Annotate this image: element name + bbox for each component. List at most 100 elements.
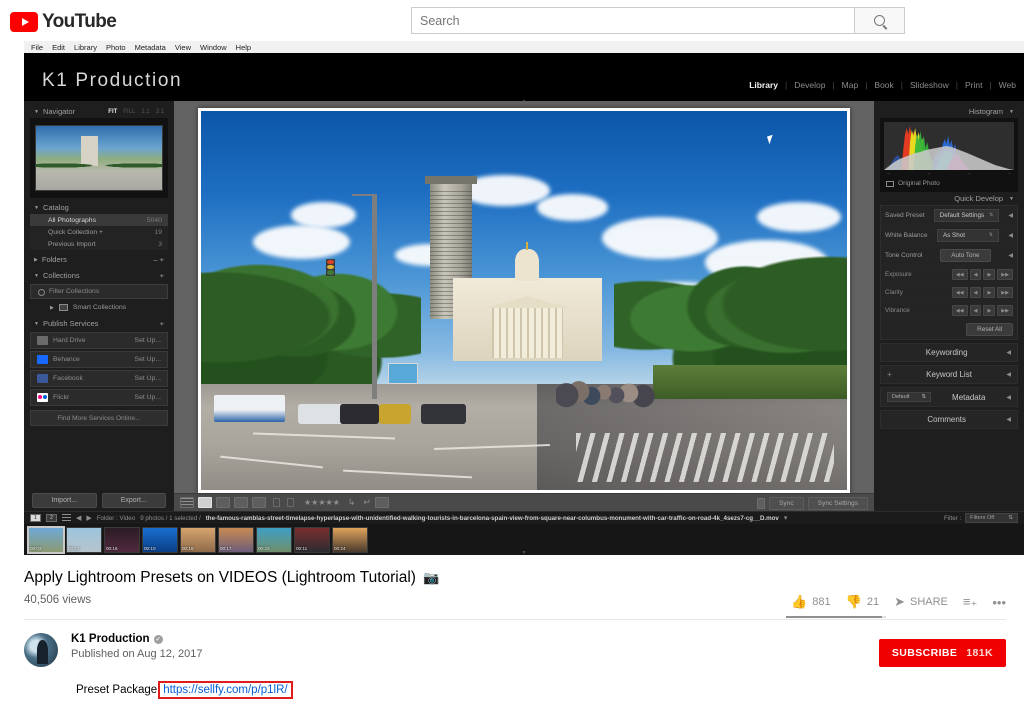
filmstrip-thumb[interactable]: 00:10 — [142, 527, 178, 553]
channel-name-row[interactable]: K1 Production ✓ — [71, 633, 203, 645]
navigator-header[interactable]: ▼ Navigator FIT FILL 1:1 3:1 — [30, 105, 168, 118]
dislike-button[interactable]: 👎 21 — [846, 594, 879, 610]
menu-edit[interactable]: Edit — [52, 43, 65, 52]
vibrance-decrease[interactable]: ◀ — [969, 305, 982, 316]
publish-service-behance[interactable]: Behance Set Up... — [30, 351, 168, 368]
panel-keywording[interactable]: Keywording ◀ — [880, 343, 1018, 362]
find-more-services-button[interactable]: Find More Services Online... — [30, 410, 168, 426]
zoom-fit[interactable]: FIT — [108, 109, 117, 115]
publish-service-hard-drive[interactable]: Hard Drive Set Up... — [30, 332, 168, 349]
avatar[interactable] — [24, 633, 58, 667]
folders-add-remove[interactable]: – + — [153, 255, 164, 264]
menu-help[interactable]: Help — [236, 43, 251, 52]
module-book[interactable]: Book — [874, 80, 893, 90]
forward-arrow-icon[interactable]: ▶ — [86, 514, 91, 522]
menu-library[interactable]: Library — [74, 43, 97, 52]
histogram-header[interactable]: Histogram ▼ — [880, 105, 1018, 118]
module-develop[interactable]: Develop — [794, 80, 825, 90]
zoom-fill[interactable]: FILL — [123, 109, 135, 115]
search-input[interactable] — [411, 7, 855, 34]
import-button[interactable]: Import... — [32, 492, 97, 508]
back-arrow-icon[interactable]: ◀ — [76, 514, 81, 522]
filename-dropdown-icon[interactable]: ▾ — [784, 514, 788, 522]
filmstrip-thumb[interactable]: 00:22 — [256, 527, 292, 553]
filmstrip-thumb[interactable]: 00:16 — [104, 527, 140, 553]
sync-toggle-icon[interactable] — [757, 498, 765, 509]
publish-service-facebook[interactable]: Facebook Set Up... — [30, 370, 168, 387]
collapse-icon[interactable]: ◀ — [1008, 212, 1013, 219]
saved-preset-select[interactable]: Default Settings ⇅ — [933, 209, 1000, 222]
collapse-icon[interactable]: ◀ — [1008, 252, 1013, 259]
menu-file[interactable]: File — [31, 43, 43, 52]
menu-photo[interactable]: Photo — [106, 43, 126, 52]
loupe-photo[interactable] — [201, 111, 847, 490]
description-link[interactable]: https://sellfy.com/p/p1lR/ — [163, 684, 287, 696]
screen-1-button[interactable]: 1 — [30, 514, 41, 522]
grid-view-icon[interactable] — [180, 497, 194, 508]
exposure-decrease-large[interactable]: ◀◀ — [951, 269, 968, 280]
collapse-icon[interactable]: ◀ — [1008, 232, 1013, 239]
exposure-increase[interactable]: ▶ — [983, 269, 996, 280]
filmstrip-thumb[interactable]: 00:11 — [294, 527, 330, 553]
clarity-decrease-large[interactable]: ◀◀ — [951, 287, 968, 298]
publish-add-icon[interactable]: + — [160, 319, 164, 328]
loupe-view-icon[interactable] — [198, 497, 212, 508]
catalog-row-previous-import[interactable]: Previous Import 3 — [30, 238, 168, 250]
clarity-increase-large[interactable]: ▶▶ — [997, 287, 1013, 298]
flag-reject-icon[interactable] — [287, 498, 294, 507]
panel-metadata[interactable]: Default ⇅ Metadata ◀ — [880, 387, 1018, 407]
survey-view-icon[interactable] — [234, 497, 248, 508]
navigator-preview[interactable] — [30, 118, 168, 198]
collections-header[interactable]: ▼ Collections + — [30, 269, 168, 282]
exposure-decrease[interactable]: ◀ — [969, 269, 982, 280]
zoom-3-1[interactable]: 3:1 — [156, 109, 164, 115]
people-view-icon[interactable] — [252, 497, 266, 508]
rotate-left-icon[interactable]: ↳ — [348, 497, 356, 508]
white-balance-select[interactable]: As Shot ⇅ — [936, 229, 999, 242]
module-web[interactable]: Web — [999, 80, 1016, 90]
filmstrip-thumb[interactable]: 00:14 — [66, 527, 102, 553]
reset-all-button[interactable]: Reset All — [966, 323, 1013, 336]
filmstrip-thumb[interactable]: 00:17 — [218, 527, 254, 553]
service-action[interactable]: Set Up... — [135, 337, 161, 344]
like-button[interactable]: 👍 881 — [791, 594, 831, 610]
export-button[interactable]: Export... — [101, 492, 166, 508]
exposure-increase-large[interactable]: ▶▶ — [997, 269, 1013, 280]
more-actions-button[interactable]: ••• — [992, 595, 1006, 610]
auto-tone-button[interactable]: Auto Tone — [940, 249, 991, 262]
vibrance-increase[interactable]: ▶ — [983, 305, 996, 316]
menu-window[interactable]: Window — [200, 43, 227, 52]
folder-label[interactable]: Folder : Video — [97, 515, 135, 522]
module-map[interactable]: Map — [842, 80, 859, 90]
folders-header[interactable]: ▶ Folders – + — [30, 253, 168, 266]
rating-stars[interactable]: ★★★★★ — [304, 498, 340, 507]
histogram-graph[interactable] — [884, 122, 1014, 170]
filmstrip-thumb[interactable]: 00:18 — [180, 527, 216, 553]
publish-services-header[interactable]: ▼ Publish Services + — [30, 317, 168, 330]
catalog-header[interactable]: ▼ Catalog — [30, 201, 168, 214]
original-photo-toggle[interactable]: Original Photo — [884, 177, 1014, 188]
service-action[interactable]: Set Up... — [135, 356, 161, 363]
zoom-1-1[interactable]: 1:1 — [141, 109, 149, 115]
filmstrip-thumb[interactable]: 00:03 — [27, 526, 65, 554]
module-print[interactable]: Print — [965, 80, 982, 90]
screen-2-button[interactable]: 2 — [46, 514, 57, 522]
panel-keyword-list[interactable]: + Keyword List ◀ — [880, 365, 1018, 384]
clarity-decrease[interactable]: ◀ — [969, 287, 982, 298]
metadata-preset-select[interactable]: Default ⇅ — [887, 392, 932, 402]
catalog-row-quick-collection[interactable]: Quick Collection + 19 — [30, 226, 168, 238]
sync-settings-button[interactable]: Sync Settings — [807, 497, 868, 510]
vibrance-decrease-large[interactable]: ◀◀ — [951, 305, 968, 316]
vibrance-increase-large[interactable]: ▶▶ — [997, 305, 1013, 316]
quick-develop-header[interactable]: Quick Develop ▼ — [880, 192, 1018, 205]
youtube-logo[interactable]: YouTube — [10, 11, 117, 33]
compare-view-icon[interactable] — [216, 497, 230, 508]
sync-button[interactable]: Sync — [769, 497, 804, 510]
crop-overlay-icon[interactable] — [374, 497, 389, 508]
module-library[interactable]: Library — [749, 80, 778, 90]
service-action[interactable]: Set Up... — [135, 375, 161, 382]
share-button[interactable]: ➤ SHARE — [894, 594, 948, 610]
subscribe-button[interactable]: SUBSCRIBE 181K — [878, 639, 1006, 667]
filter-collections-input[interactable]: Filter Collections — [30, 284, 168, 299]
grid-view-icon[interactable] — [62, 514, 71, 522]
